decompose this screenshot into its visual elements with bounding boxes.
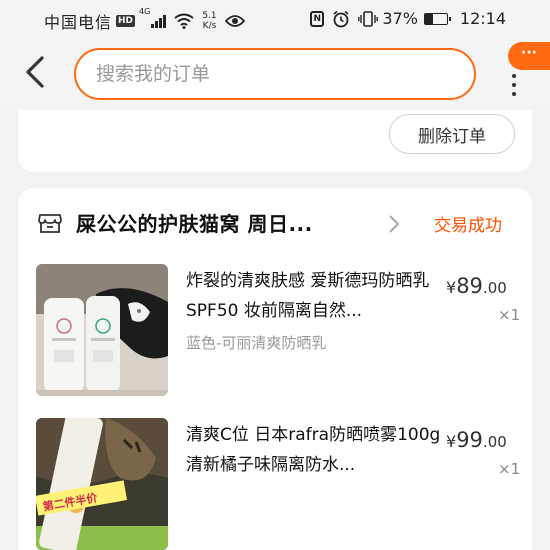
status-bar: 中国电信 HD 4G 5.1 K/s N 37% 12:14 xyxy=(0,0,550,42)
nav-bar: ··· xyxy=(0,42,550,110)
battery-percent: 37% xyxy=(382,9,418,28)
network-type: 4G xyxy=(139,7,151,16)
battery-fill xyxy=(424,13,434,24)
battery-icon xyxy=(423,12,451,25)
product-quantity: ×1 xyxy=(498,306,521,324)
product-thumbnail[interactable]: 第二件半价 xyxy=(36,418,168,550)
product-price: ¥99.00 xyxy=(446,428,507,452)
product-sku: 蓝色-可丽清爽防晒乳 xyxy=(186,334,327,352)
eye-icon xyxy=(224,15,245,27)
price-currency: ¥ xyxy=(446,278,457,297)
signal-icon xyxy=(151,14,167,28)
order-item[interactable]: 第二件半价 清爽C位 日本rafra防晒喷雾100g 清新橘子味隔离防水... … xyxy=(18,418,532,550)
product-quantity: ×1 xyxy=(498,460,521,478)
price-integer: 89 xyxy=(456,274,483,298)
price-integer: 99 xyxy=(456,428,483,452)
status-time: 12:14 xyxy=(459,9,506,28)
more-icon[interactable] xyxy=(510,74,518,96)
search-input[interactable] xyxy=(96,50,456,98)
previous-order-card: 删除订单 xyxy=(18,110,532,172)
chevron-right-icon[interactable] xyxy=(388,214,400,234)
product-price: ¥89.00 xyxy=(446,274,507,298)
network-speed: 5.1 K/s xyxy=(202,11,216,31)
back-arrow-icon[interactable] xyxy=(20,54,50,90)
speed-value: 5.1 xyxy=(202,11,217,21)
price-decimal: .00 xyxy=(482,279,507,297)
hd-badge: HD xyxy=(116,15,136,27)
speed-unit: K/s xyxy=(202,21,217,31)
shop-name[interactable]: 屎公公的护肤猫窝 周日... xyxy=(76,208,313,237)
order-card[interactable]: 屎公公的护肤猫窝 周日... 交易成功 炸裂的清爽肤感 爱斯德玛防晒乳SPF50… xyxy=(18,188,532,550)
product-title[interactable]: 清爽C位 日本rafra防晒喷雾100g 清新橘子味隔离防水... xyxy=(186,420,444,480)
wifi-icon xyxy=(174,13,194,29)
alarm-icon xyxy=(333,10,349,27)
status-left: 中国电信 HD 4G 5.1 K/s xyxy=(44,7,245,33)
vibrate-icon xyxy=(358,10,379,27)
order-item[interactable]: 炸裂的清爽肤感 爱斯德玛防晒乳SPF50 妆前隔离自然... 蓝色-可丽清爽防晒… xyxy=(18,264,532,400)
shop-header[interactable]: 屎公公的护肤猫窝 周日... 交易成功 xyxy=(18,188,532,260)
order-status: 交易成功 xyxy=(434,216,502,236)
product-title[interactable]: 炸裂的清爽肤感 爱斯德玛防晒乳SPF50 妆前隔离自然... xyxy=(186,266,444,326)
nfc-icon: N xyxy=(310,10,325,27)
shop-icon xyxy=(38,214,62,233)
carrier-name: 中国电信 xyxy=(44,13,113,32)
price-currency: ¥ xyxy=(446,432,457,451)
product-thumbnail[interactable] xyxy=(36,264,168,396)
search-box[interactable] xyxy=(74,48,476,100)
price-decimal: .00 xyxy=(482,433,507,451)
status-right: N 37% 12:14 xyxy=(310,9,506,28)
delete-order-button[interactable]: 删除订单 xyxy=(389,114,515,154)
message-badge[interactable]: ··· xyxy=(508,42,550,70)
